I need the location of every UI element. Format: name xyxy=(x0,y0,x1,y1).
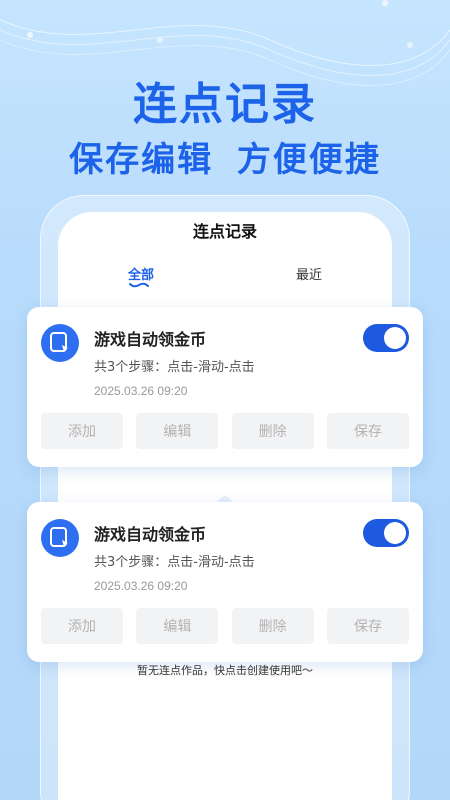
record-toggle[interactable] xyxy=(363,324,409,352)
record-steps: 共3个步骤：点击-滑动-点击 xyxy=(94,555,255,570)
save-button[interactable]: 保存 xyxy=(326,413,409,449)
add-button[interactable]: 添加 xyxy=(41,608,123,644)
hero-subtitle: 保存编辑 方便便捷 xyxy=(69,140,381,180)
record-date: 2025.03.26 09:20 xyxy=(94,579,188,593)
tab-active-indicator xyxy=(129,282,149,288)
edit-button[interactable]: 编辑 xyxy=(136,608,219,644)
app-tap-icon xyxy=(41,519,79,557)
record-date: 2025.03.26 09:20 xyxy=(94,384,188,398)
page-title: 连点记录 xyxy=(192,222,257,241)
edit-button[interactable]: 编辑 xyxy=(136,413,219,449)
save-button[interactable]: 保存 xyxy=(326,608,409,644)
record-steps: 共3个步骤：点击-滑动-点击 xyxy=(94,360,255,375)
delete-button[interactable]: 删除 xyxy=(231,413,314,449)
record-card[interactable]: 游戏自动领金币 共3个步骤：点击-滑动-点击 2025.03.26 09:20 … xyxy=(27,307,423,467)
add-button[interactable]: 添加 xyxy=(41,413,123,449)
empty-tip: 暂无连点作品，快点击创建使用吧～ xyxy=(137,664,313,677)
tab-all[interactable]: 全部 xyxy=(128,264,154,283)
tab-recent[interactable]: 最近 xyxy=(296,264,322,283)
record-actions: 添加 编辑 删除 保存 xyxy=(41,608,409,644)
hero-title: 连点记录 xyxy=(133,79,317,130)
record-name: 游戏自动领金币 xyxy=(94,525,207,544)
delete-button[interactable]: 删除 xyxy=(231,608,314,644)
record-actions: 添加 编辑 删除 保存 xyxy=(41,413,409,449)
app-tap-icon xyxy=(41,324,79,362)
record-toggle[interactable] xyxy=(363,519,409,547)
record-card[interactable]: 游戏自动领金币 共3个步骤：点击-滑动-点击 2025.03.26 09:20 … xyxy=(27,502,423,662)
record-name: 游戏自动领金币 xyxy=(94,330,207,349)
